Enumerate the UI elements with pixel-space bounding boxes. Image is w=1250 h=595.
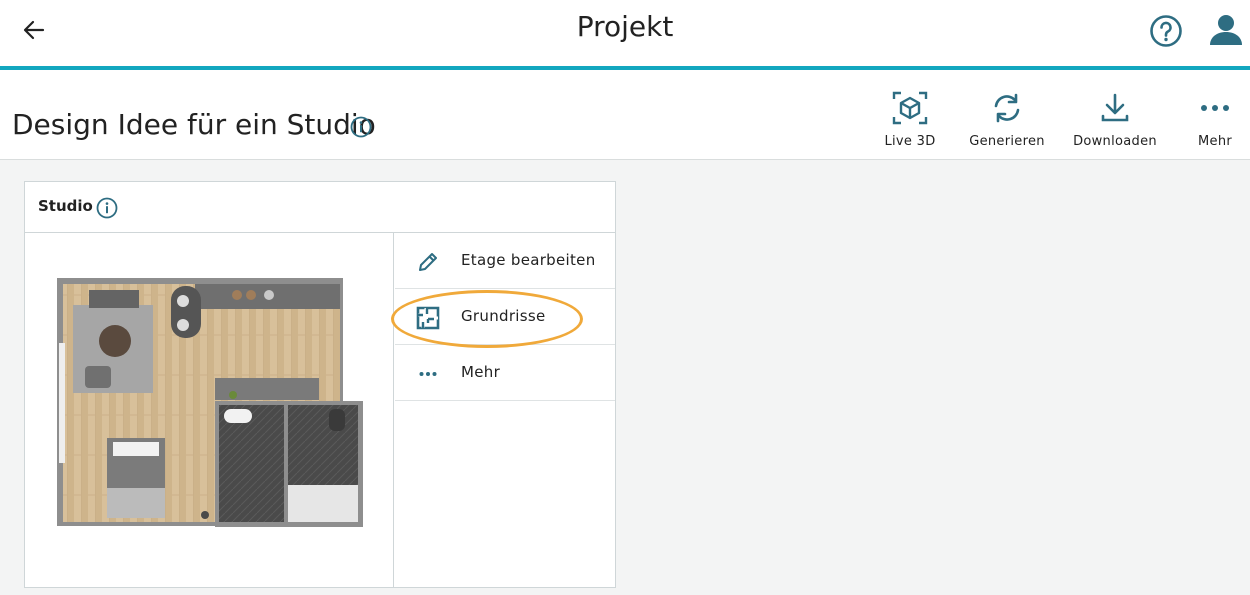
generate-label: Generieren [969, 134, 1045, 149]
more-icon [419, 372, 437, 376]
floorplan-icon [416, 306, 440, 330]
help-icon [1150, 15, 1182, 47]
floor-card-header: Studio [25, 182, 615, 233]
live-3d-label: Live 3D [884, 134, 936, 149]
more-label: Mehr [1198, 134, 1232, 149]
floor-name: Studio [38, 197, 93, 215]
download-icon [1101, 93, 1129, 122]
menu-item-label: Grundrisse [461, 307, 546, 325]
menu-item-label: Etage bearbeiten [461, 251, 596, 269]
refresh-icon [994, 93, 1020, 123]
menu-item-more[interactable]: Mehr [395, 345, 615, 401]
project-header: Design Idee für ein Studio Live 3D Gener… [0, 70, 1250, 160]
generate-button[interactable]: Generieren [965, 88, 1049, 149]
user-account-button[interactable] [1208, 12, 1244, 48]
floor-card: Studio Etage bearbeiten Grundrisse Mehr [24, 181, 616, 588]
more-button[interactable]: Mehr [1190, 88, 1240, 149]
cube-3d-icon [892, 91, 928, 125]
download-label: Downloaden [1073, 134, 1157, 149]
project-title: Design Idee für ein Studio [12, 108, 376, 141]
app-bar: Projekt [0, 0, 1250, 66]
user-icon [1210, 15, 1242, 45]
floor-info-icon[interactable] [96, 197, 118, 219]
menu-item-label: Mehr [461, 363, 501, 381]
live-3d-button[interactable]: Live 3D [880, 88, 940, 149]
app-title: Projekt [576, 10, 674, 43]
pencil-icon [419, 253, 437, 271]
project-info-icon[interactable] [350, 116, 372, 138]
back-button[interactable] [18, 14, 50, 46]
download-button[interactable]: Downloaden [1070, 88, 1160, 149]
floor-menu: Etage bearbeiten Grundrisse Mehr [395, 233, 615, 401]
floor-plan-preview[interactable] [25, 233, 394, 587]
help-button[interactable] [1149, 14, 1183, 48]
more-icon [1201, 105, 1229, 111]
menu-item-edit-floor[interactable]: Etage bearbeiten [395, 233, 615, 289]
floor-plan-image [57, 278, 363, 527]
arrow-left-icon [23, 20, 45, 40]
menu-item-floorplans[interactable]: Grundrisse [395, 289, 615, 345]
